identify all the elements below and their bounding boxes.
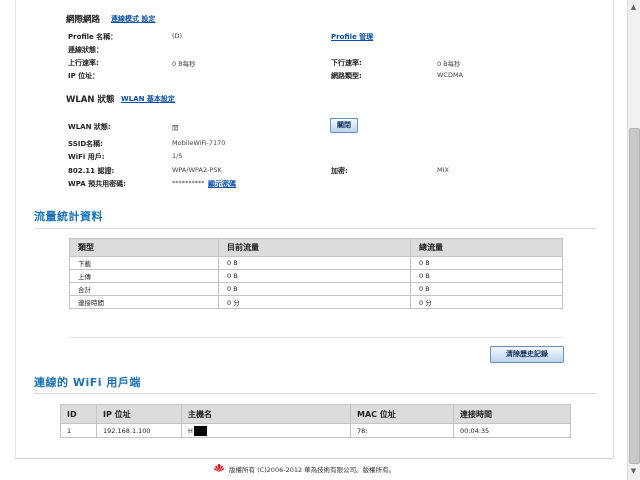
clear-history-button[interactable]: 清除歷史記錄 <box>490 346 564 363</box>
encryption-label: 加密: <box>331 167 348 175</box>
client-hostname-cell: H <box>181 423 351 438</box>
table-row: 下載 0 B 0 B <box>69 256 563 270</box>
scroll-up-icon[interactable]: ▲ <box>629 2 638 12</box>
traffic-divider <box>34 228 597 229</box>
traffic-header-type: 類型 <box>69 238 219 257</box>
wlan-status-value: 開 <box>172 124 179 132</box>
traffic-cell: 0 B <box>410 256 563 270</box>
traffic-bottom-divider <box>69 337 563 338</box>
clients-header-row: ID IP 位址 主機名 MAC 位址 連接時間 <box>60 404 571 424</box>
clients-section-title: 連線的 WiFi 用戶端 <box>34 376 141 389</box>
footer-divider <box>15 458 613 459</box>
redaction-block <box>193 425 207 436</box>
scrollbar-thumb[interactable] <box>629 128 640 464</box>
traffic-section-title: 流量統計資料 <box>34 210 103 223</box>
footer-copyright: 版權所有 (C)2006-2012 華為技術有限公司。版權所有。 <box>229 466 396 474</box>
wifi-users-value: 1/5 <box>172 152 183 160</box>
profile-name-label: Profile 名稱： <box>68 33 118 41</box>
upload-rate-label: 上行速率: <box>68 59 99 67</box>
traffic-header-total: 總流量 <box>410 238 563 257</box>
clients-header-connect-time: 連接時間 <box>453 404 571 424</box>
clients-header-mac: MAC 位址 <box>350 404 454 424</box>
traffic-cell: 連接時間 <box>69 295 219 309</box>
clients-divider <box>34 393 597 394</box>
client-cell: 192.168.1.100 <box>96 423 182 438</box>
traffic-cell: 0 分 <box>218 295 411 309</box>
wlan-heading: WLAN 狀態 <box>66 95 115 105</box>
traffic-header-row: 類型 目前流量 總流量 <box>69 238 563 257</box>
traffic-cell: 上傳 <box>69 269 219 283</box>
profile-name-value: (D) <box>172 32 183 40</box>
client-hostname: H <box>188 426 193 435</box>
traffic-cell: 合計 <box>69 282 219 296</box>
ip-address-label: IP 位址： <box>68 72 100 80</box>
wlan-status-label: WLAN 狀態: <box>68 123 111 131</box>
huawei-logo-icon <box>213 464 225 472</box>
connection-mode-link[interactable]: 連線模式 設定 <box>111 14 155 24</box>
traffic-cell: 0 B <box>218 269 411 283</box>
traffic-cell: 下載 <box>69 256 219 270</box>
connection-status-label: 連線狀態： <box>68 46 103 54</box>
internet-heading: 網際網路 <box>66 15 101 25</box>
traffic-cell: 0 B <box>410 282 563 296</box>
auth-label: 802.11 認證: <box>68 167 115 175</box>
clients-header-ip: IP 位址 <box>96 404 182 424</box>
psk-label: WPA 預共用密碼: <box>68 180 126 188</box>
profile-manage-link[interactable]: Profile 管理 <box>331 32 373 42</box>
download-rate-label: 下行速率: <box>331 59 362 67</box>
client-cell: 1 <box>60 423 97 438</box>
scroll-down-icon[interactable]: ▼ <box>629 466 638 476</box>
download-rate-value: 0 B每秒 <box>437 60 461 68</box>
clients-table: ID IP 位址 主機名 MAC 位址 連接時間 1 192.168.1.100… <box>60 404 571 438</box>
client-cell: 00:04:35 <box>453 423 571 438</box>
traffic-header-current: 目前流量 <box>218 238 411 257</box>
clients-header-hostname: 主機名 <box>181 404 351 424</box>
ssid-value: MobileWiFi-7170 <box>172 139 226 147</box>
traffic-cell: 0 B <box>218 256 411 270</box>
encryption-value: MIX <box>437 166 449 174</box>
show-password-link[interactable]: 顯示密碼 <box>208 179 236 189</box>
upload-rate-value: 0 B每秒 <box>172 60 196 68</box>
client-cell: 78: <box>350 423 454 438</box>
traffic-table: 類型 目前流量 總流量 下載 0 B 0 B 上傳 0 B 0 B 合計 0 B… <box>69 238 563 309</box>
table-row: 上傳 0 B 0 B <box>69 269 563 283</box>
psk-value: ********** <box>172 179 205 187</box>
table-row: 連接時間 0 分 0 分 <box>69 295 563 309</box>
traffic-cell: 0 分 <box>410 295 563 309</box>
table-row: 合計 0 B 0 B <box>69 282 563 296</box>
wlan-close-button[interactable]: 關閉 <box>330 118 358 133</box>
auth-value: WPA/WPA2-PSK <box>172 166 222 174</box>
traffic-cell: 0 B <box>410 269 563 283</box>
table-row: 1 192.168.1.100 H 78: 00:04:35 <box>60 423 571 438</box>
wlan-basic-settings-link[interactable]: WLAN 基本設定 <box>121 94 175 104</box>
wifi-users-label: WiFi 用戶: <box>68 153 105 161</box>
network-type-label: 網路類型: <box>331 72 362 80</box>
network-type-value: WCDMA <box>437 71 464 79</box>
clients-header-id: ID <box>60 404 97 424</box>
ssid-label: SSID名稱: <box>68 140 103 148</box>
traffic-cell: 0 B <box>218 282 411 296</box>
